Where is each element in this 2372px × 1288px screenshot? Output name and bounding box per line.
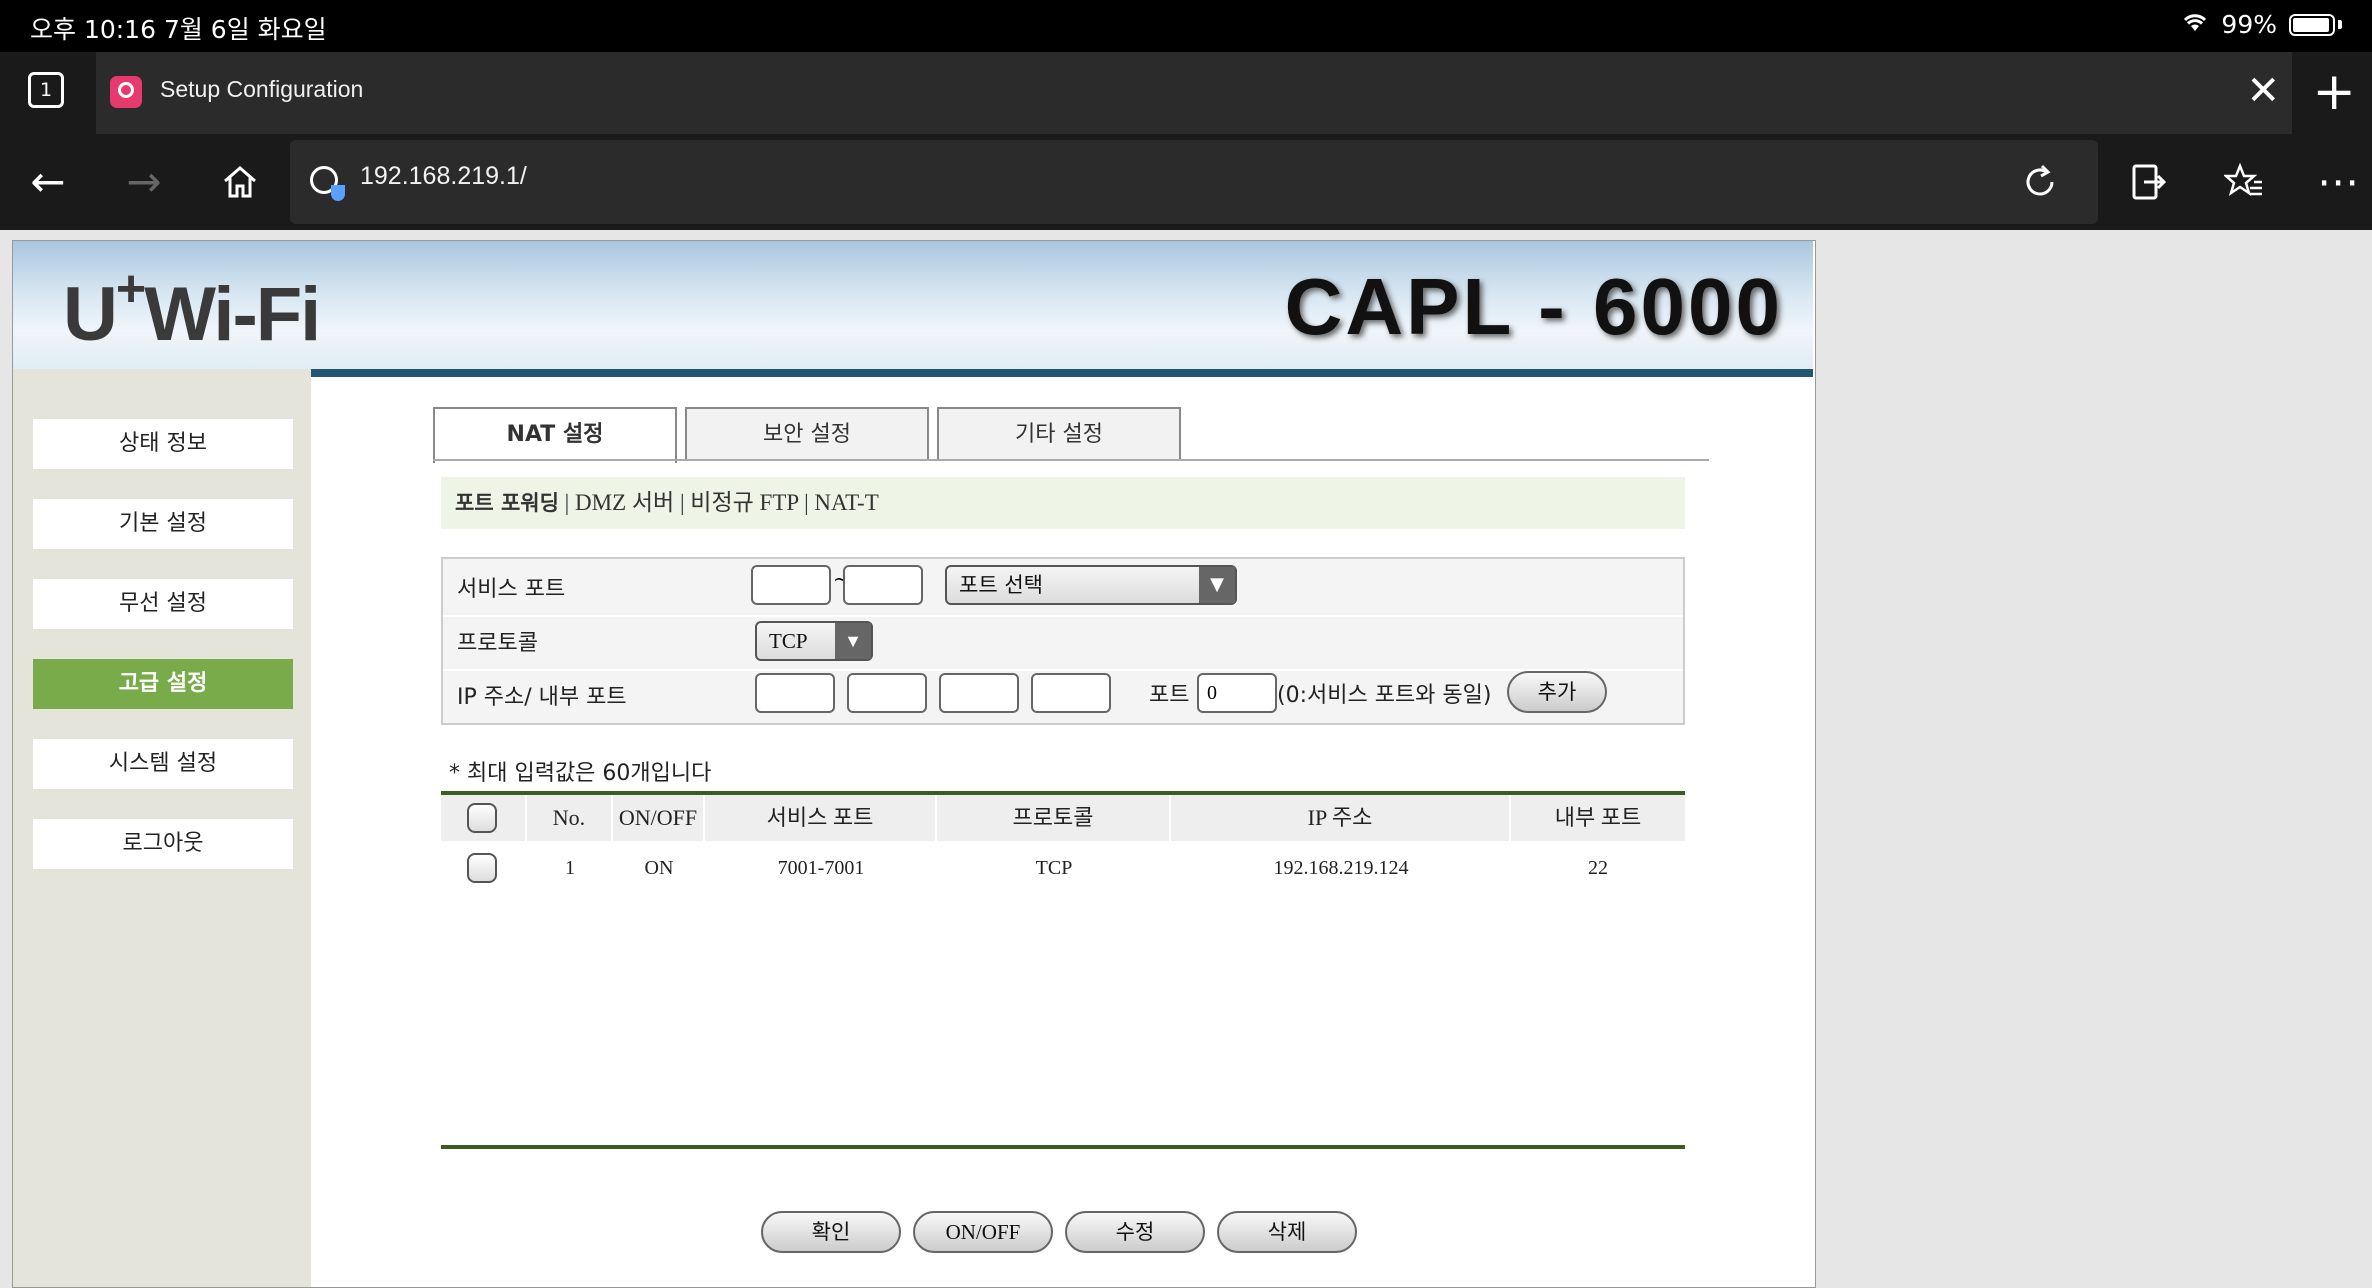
- header-internal-port: 내부 포트: [1554, 805, 1642, 830]
- status-bar: 오후 10:16 7월 6일 화요일 99%: [0, 0, 2372, 52]
- banner: U+Wi-Fi CAPL - 6000: [13, 241, 1813, 377]
- sidebar-item-status[interactable]: 상태 정보: [33, 419, 293, 469]
- browser-toolbar: ← → 192.168.219.1/ ⋯: [0, 134, 2372, 230]
- model-name: CAPL - 6000: [1284, 262, 1783, 351]
- service-port-label: 서비스 포트: [457, 577, 566, 602]
- port-hint-text: (0:서비스 포트와 동일): [1277, 683, 1492, 708]
- header-ip-address: IP 주소: [1171, 795, 1511, 841]
- table-header: No. ON/OFF 서비스 포트 프로토콜 IP 주소 내부 포트: [441, 795, 1685, 841]
- sidebar-item-wireless[interactable]: 무선 설정: [33, 579, 293, 629]
- battery-icon: [2289, 13, 2335, 36]
- more-icon[interactable]: ⋯: [2310, 154, 2366, 210]
- sidebar-item-advanced[interactable]: 고급 설정: [33, 659, 293, 709]
- home-icon[interactable]: [212, 154, 268, 210]
- ip-octet-4-input[interactable]: [1031, 673, 1111, 713]
- browser-tab-bar: 1 Setup Configuration ✕ +: [0, 52, 2372, 134]
- browser-tab[interactable]: Setup Configuration ✕: [96, 52, 2292, 134]
- row-service-port: 7001-7001: [777, 857, 865, 879]
- protocol-label: 프로토콜: [457, 631, 538, 656]
- ip-octet-2-input[interactable]: [847, 673, 927, 713]
- sidebar-item-system[interactable]: 시스템 설정: [33, 739, 293, 789]
- forward-arrow-icon[interactable]: →: [116, 154, 172, 210]
- row-onoff: ON: [644, 857, 674, 879]
- tab-count-button[interactable]: 1: [28, 72, 64, 108]
- ip-octet-1-input[interactable]: [755, 673, 835, 713]
- tab-title: Setup Configuration: [160, 76, 364, 102]
- dropdown-arrow-icon: ▼: [1199, 567, 1235, 603]
- form-row-divider: [443, 615, 1683, 617]
- row-ip-address: 192.168.219.124: [1273, 857, 1409, 879]
- tab-divider: [433, 459, 1709, 461]
- tab-security[interactable]: 보안 설정: [685, 407, 929, 461]
- header-onoff: ON/OFF: [613, 795, 705, 841]
- edit-button[interactable]: 수정: [1065, 1211, 1205, 1253]
- row-protocol: TCP: [1035, 857, 1073, 879]
- max-entries-note: * 최대 입력값은 60개입니다: [449, 761, 712, 786]
- subnav-port-forwarding[interactable]: 포트 포워딩: [455, 491, 559, 515]
- share-icon[interactable]: [2120, 154, 2176, 210]
- confirm-button[interactable]: 확인: [761, 1211, 901, 1253]
- status-time: 오후 10:16 7월 6일 화요일: [30, 15, 327, 44]
- close-tab-icon[interactable]: ✕: [2246, 66, 2280, 116]
- dropdown-arrow-icon: ▼: [835, 623, 871, 659]
- protocol-value: TCP: [769, 629, 808, 653]
- battery-tip: [2338, 20, 2342, 29]
- table-bottom-border: [441, 1145, 1685, 1149]
- refresh-icon[interactable]: [2012, 154, 2068, 210]
- form-row-divider: [443, 669, 1683, 671]
- sub-navigation: 포트 포워딩 | DMZ 서버 | 비정규 FTP | NAT-T: [441, 477, 1685, 529]
- delete-button[interactable]: 삭제: [1217, 1211, 1357, 1253]
- wifi-icon: [2181, 10, 2209, 39]
- router-page: U+Wi-Fi CAPL - 6000 상태 정보 기본 설정 무선 설정 고급…: [12, 240, 1816, 1288]
- header-protocol: 프로토콜: [937, 795, 1171, 841]
- protocol-dropdown[interactable]: TCP ▼: [755, 621, 873, 661]
- sidebar-item-basic[interactable]: 기본 설정: [33, 499, 293, 549]
- select-all-checkbox[interactable]: [467, 803, 497, 833]
- add-button[interactable]: 추가: [1507, 671, 1607, 713]
- header-select-cell: [441, 795, 527, 841]
- new-tab-icon[interactable]: +: [2312, 62, 2356, 122]
- port-forward-form: 서비스 포트 ~ 포트 선택 ▼ 프로토콜 TCP ▼ IP 주소/ 내부 포트…: [441, 557, 1685, 725]
- tab-etc[interactable]: 기타 설정: [937, 407, 1181, 461]
- battery-percent: 99%: [2221, 10, 2277, 39]
- service-port-end-input[interactable]: [843, 565, 923, 605]
- onoff-button[interactable]: ON/OFF: [913, 1211, 1053, 1253]
- address-bar[interactable]: [290, 140, 2098, 224]
- subnav-other-links[interactable]: | DMZ 서버 | 비정규 FTP | NAT-T: [559, 490, 879, 515]
- port-select-value: 포트 선택: [959, 573, 1043, 597]
- favorites-icon[interactable]: [2216, 154, 2272, 210]
- favicon-icon: [110, 76, 142, 108]
- row-internal-port: 22: [1588, 857, 1608, 879]
- sidebar-item-logout[interactable]: 로그아웃: [33, 819, 293, 869]
- url-text[interactable]: 192.168.219.1/: [360, 162, 527, 191]
- ip-octet-3-input[interactable]: [939, 673, 1019, 713]
- back-arrow-icon[interactable]: ←: [20, 154, 76, 210]
- row-no: 1: [565, 857, 575, 879]
- ip-address-label: IP 주소/ 내부 포트: [457, 685, 627, 710]
- internal-port-input[interactable]: 0: [1197, 673, 1277, 713]
- row-checkbox[interactable]: [467, 853, 497, 883]
- header-no: No.: [527, 795, 613, 841]
- site-info-icon[interactable]: [310, 166, 345, 201]
- internal-port-label: 포트: [1149, 683, 1190, 708]
- uplus-wifi-logo: U+Wi-Fi: [63, 260, 321, 357]
- port-select-dropdown[interactable]: 포트 선택 ▼: [945, 565, 1237, 605]
- sidebar: 상태 정보 기본 설정 무선 설정 고급 설정 시스템 설정 로그아웃: [13, 369, 311, 1287]
- service-port-start-input[interactable]: [751, 565, 831, 605]
- tab-nat[interactable]: NAT 설정: [433, 407, 677, 463]
- header-service-port: 서비스 포트: [705, 795, 937, 841]
